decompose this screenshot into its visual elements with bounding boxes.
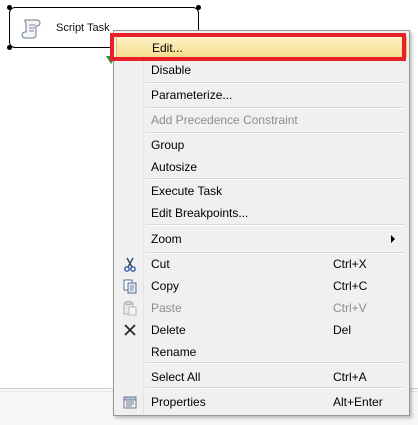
delete-x-icon [124, 324, 136, 336]
menu-item-label: Disable [151, 63, 192, 77]
script-scroll-icon [21, 19, 41, 39]
menu-item-label: Execute Task [151, 184, 223, 198]
menu-item-label: Autosize [151, 160, 198, 174]
menu-item-label: Copy [151, 279, 180, 293]
menu-item-label: Paste [151, 301, 182, 315]
menu-item-delete[interactable]: Delete Del [116, 319, 407, 341]
submenu-arrow-icon [391, 235, 395, 243]
menu-item-label: Select All [151, 370, 201, 384]
paste-icon [123, 301, 137, 316]
menu-item-shortcut: Ctrl+V [333, 301, 367, 315]
menu-item-label: Delete [151, 323, 186, 337]
menu-item-label: Edit Breakpoints... [151, 206, 249, 220]
edit-highlight-annotation [110, 33, 406, 61]
menu-item-select-all[interactable]: Select All Ctrl+A [116, 366, 407, 388]
task-label: Script Task [56, 22, 110, 34]
menu-item-paste: Paste Ctrl+V [116, 297, 407, 319]
copy-icon [123, 279, 137, 294]
menu-item-label: Group [151, 138, 185, 152]
menu-item-shortcut: Ctrl+X [333, 257, 367, 271]
menu-item-copy[interactable]: Copy Ctrl+C [116, 275, 407, 297]
menu-item-shortcut: Ctrl+C [333, 279, 368, 293]
properties-icon [123, 396, 137, 409]
menu-item-zoom[interactable]: Zoom [116, 228, 407, 250]
menu-item-label: Cut [151, 257, 170, 271]
menu-item-label: Zoom [151, 232, 182, 246]
menu-separator [146, 224, 405, 226]
menu-item-execute-task[interactable]: Execute Task [116, 180, 407, 202]
menu-item-shortcut: Ctrl+A [333, 370, 367, 384]
menu-item-label: Parameterize... [151, 88, 233, 102]
scissors-icon [124, 257, 136, 272]
menu-item-autosize[interactable]: Autosize [116, 156, 407, 178]
menu-item-shortcut: Del [333, 323, 352, 337]
selection-handle-top-left[interactable] [7, 5, 12, 10]
selection-handle-bottom-left[interactable] [7, 45, 12, 50]
menu-item-rename[interactable]: Rename [116, 341, 407, 363]
menu-item-parameterize[interactable]: Parameterize... [116, 84, 407, 106]
menu-item-add-precedence-constraint: Add Precedence Constraint [116, 109, 407, 131]
menu-item-properties[interactable]: Properties Alt+Enter [116, 391, 407, 413]
menu-item-label: Properties [151, 395, 206, 409]
menu-item-shortcut: Alt+Enter [333, 395, 383, 409]
menu-item-label: Rename [151, 345, 197, 359]
menu-item-edit-breakpoints[interactable]: Edit Breakpoints... [116, 202, 407, 224]
context-menu: Edit... Disable Parameterize... Add Prec… [113, 30, 410, 416]
menu-item-group[interactable]: Group [116, 134, 407, 156]
menu-item-disable[interactable]: Disable [116, 59, 407, 81]
menu-item-label: Add Precedence Constraint [151, 113, 298, 127]
menu-item-cut[interactable]: Cut Ctrl+X [116, 253, 407, 275]
selection-handle-top-right[interactable] [196, 5, 201, 10]
